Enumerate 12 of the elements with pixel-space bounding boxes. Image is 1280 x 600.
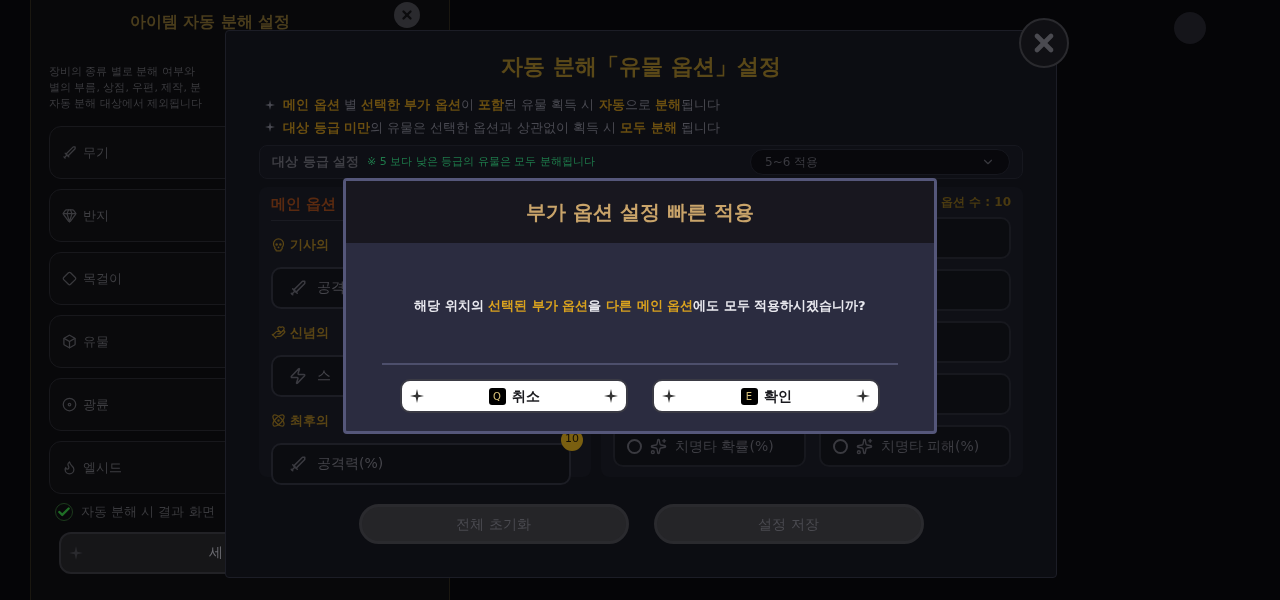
panel-title: 아이템 자동 분해 설정 bbox=[129, 11, 291, 33]
key-hint: Q bbox=[488, 387, 506, 405]
popup-message: 해당 위치의 선택된 부가 옵션을 다른 메인 옵션에도 모두 적용하시겠습니까? bbox=[414, 297, 866, 316]
group-name: 최후의 bbox=[290, 411, 329, 430]
key-hint: E bbox=[740, 387, 758, 405]
option-count: 옵션 수 : 10 bbox=[940, 194, 1011, 211]
group-name: 신념의 bbox=[290, 323, 329, 342]
dialog-title: 자동 분해「유물 옵션」설정 bbox=[501, 52, 781, 81]
grade-hint: ※ 5 보다 낮은 등급의 유물은 모두 분해됩니다 bbox=[367, 153, 595, 170]
group-name: 기사의 bbox=[290, 235, 329, 254]
note-text: 대상 등급 미만의 유물은 선택한 옵션과 상관없이 획득 시 모두 분해 됩니다 bbox=[283, 118, 720, 137]
note-text: 메인 옵션 별 선택한 부가 옵션이 포함된 유물 획득 시 자동으로 분해됩니다 bbox=[283, 96, 720, 114]
